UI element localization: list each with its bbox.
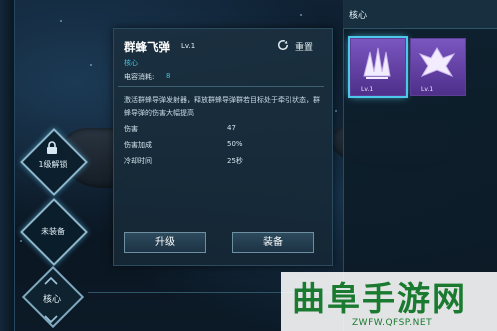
stat-label: 伤害加成 (124, 141, 152, 149)
star (20, 240, 22, 242)
reset-button[interactable]: 重置 (295, 40, 313, 53)
claw-emblem-icon (363, 47, 391, 79)
stat-label: 冷却时间 (124, 157, 152, 165)
game-screen: { "skill_panel": { "title": "群蜂飞弹", "lev… (0, 0, 497, 331)
star (300, 14, 302, 16)
watermark-url: ZWFW.QFSP.NET (352, 318, 433, 328)
capacity-label: 电容消耗: (124, 73, 155, 81)
card-level: Lv.1 (421, 86, 434, 93)
chevron-up-icon (44, 276, 58, 285)
equip-button[interactable]: 装备 (232, 232, 314, 253)
star (90, 64, 92, 66)
stat-value: 25秒 (227, 157, 243, 165)
stat-value: 47 (227, 124, 236, 132)
skill-description: 激活群蜂导弹发射器，释放群蜂导弹群若目标处于牵引状态，群蜂导弹的伤害大幅提高 (124, 96, 320, 117)
refresh-icon[interactable] (277, 39, 289, 51)
card-level: Lv.1 (361, 86, 374, 93)
stat-value: 50% (227, 140, 243, 148)
watermark-text: 曲阜手游网 (292, 279, 467, 318)
skill-level: Lv.1 (181, 42, 196, 50)
skill-category: 核心 (124, 59, 138, 67)
stat-label: 伤害 (124, 125, 138, 133)
unequipped-slot-label: 未装备 (41, 227, 65, 236)
upgrade-button[interactable]: 升级 (124, 232, 206, 253)
lock-icon (47, 141, 57, 154)
core-tab-label: 核心 (42, 295, 61, 305)
locked-slot-label: 1级解锁 (38, 160, 68, 169)
star (60, 20, 62, 22)
wing-emblem-icon (418, 47, 456, 78)
chevron-down-icon (44, 315, 58, 324)
skill-title: 群蜂飞弹 (124, 40, 170, 54)
capacity-value: 8 (166, 72, 171, 80)
core-inventory-title: 核心 (349, 11, 368, 21)
divider (118, 86, 324, 87)
left-edge-frame (0, 0, 15, 331)
star (335, 110, 337, 112)
